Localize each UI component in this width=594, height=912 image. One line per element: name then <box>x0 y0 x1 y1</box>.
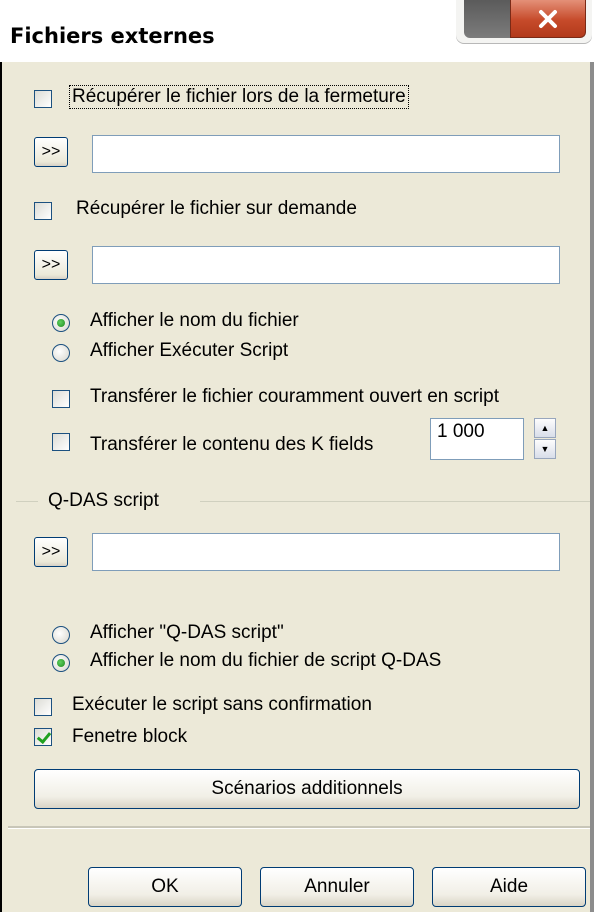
fenetre-block-checkbox[interactable] <box>34 728 52 746</box>
exec-no-confirm-checkbox[interactable] <box>34 698 52 716</box>
dialog-window: Fichiers externes Récupérer le fichier l… <box>0 0 594 912</box>
scenarios-button[interactable]: Scénarios additionnels <box>34 769 580 809</box>
browse-qdas-button[interactable]: >> <box>34 537 68 567</box>
kfields-spin-down-button[interactable]: ▼ <box>534 439 556 459</box>
close-icon <box>539 9 557 28</box>
group-line-left <box>16 501 38 502</box>
transfer-kfields-checkbox[interactable] <box>52 433 70 451</box>
cancel-button[interactable]: Annuler <box>260 867 414 907</box>
show-filename-radio[interactable] <box>52 314 70 332</box>
ok-button[interactable]: OK <box>88 867 242 907</box>
qdas-path-input[interactable] <box>92 533 560 571</box>
transfer-open-file-label[interactable]: Transférer le fichier couramment ouvert … <box>90 386 499 408</box>
dialog-title: Fichiers externes <box>10 24 215 48</box>
retrieve-on-close-label[interactable]: Récupérer le fichier lors de la fermetur… <box>69 85 409 109</box>
browse-path1-button[interactable]: >> <box>34 137 68 167</box>
transfer-kfields-label[interactable]: Transférer le contenu des K fields <box>90 434 373 456</box>
path2-input[interactable] <box>92 246 560 284</box>
help-button[interactable]: Aide <box>432 867 586 907</box>
kfields-spinbox-input[interactable]: 1 000 <box>430 418 524 460</box>
show-qdas-label[interactable]: Afficher "Q-DAS script" <box>90 622 284 644</box>
show-qdas-radio[interactable] <box>52 626 70 644</box>
show-script-name-radio[interactable] <box>52 654 70 672</box>
close-button[interactable] <box>510 0 586 38</box>
qdas-group-label: Q-DAS script <box>48 490 159 511</box>
kfields-spin-up-button[interactable]: ▲ <box>534 418 556 438</box>
path1-input[interactable] <box>92 135 560 173</box>
browse-path2-button[interactable]: >> <box>34 250 68 280</box>
footer-separator <box>8 826 590 829</box>
show-exec-script-label[interactable]: Afficher Exécuter Script <box>90 340 288 362</box>
fenetre-block-label[interactable]: Fenetre block <box>72 726 187 748</box>
retrieve-on-demand-checkbox[interactable] <box>34 202 52 220</box>
title-bar: Fichiers externes <box>0 0 594 62</box>
arrow-down-icon: ▼ <box>540 444 550 454</box>
arrow-up-icon: ▲ <box>540 423 550 433</box>
group-line-right <box>200 501 590 502</box>
exec-no-confirm-label[interactable]: Exécuter le script sans confirmation <box>72 694 372 716</box>
transfer-open-file-checkbox[interactable] <box>52 390 70 408</box>
retrieve-on-demand-label[interactable]: Récupérer le fichier sur demande <box>76 198 357 220</box>
retrieve-on-close-checkbox[interactable] <box>34 90 52 108</box>
window-control-placeholder <box>464 0 510 38</box>
show-script-name-label[interactable]: Afficher le nom du fichier de script Q-D… <box>90 650 441 672</box>
show-exec-script-radio[interactable] <box>52 344 70 362</box>
show-filename-label[interactable]: Afficher le nom du fichier <box>90 310 299 332</box>
